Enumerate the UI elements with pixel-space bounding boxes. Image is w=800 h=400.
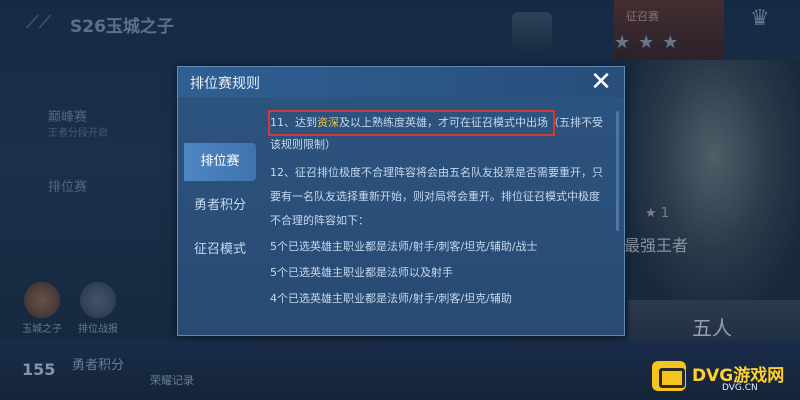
tab-ranked[interactable]: 排位赛 (184, 143, 256, 181)
rules-dialog: 排位赛规则 ✕ 排位赛 勇者积分 征召模式 11、达到资深及以上熟练度英雄，才可… (177, 66, 625, 336)
close-icon[interactable]: ✕ (586, 67, 616, 97)
watermark: DVG游戏网 DVG.CN (652, 355, 800, 400)
watermark-url: DVG.CN (722, 383, 758, 393)
gamepad-icon (652, 361, 686, 391)
rule-case-2: 5个已选英雄主职业都是法师以及射手 (270, 266, 453, 279)
rule-12-line2: 要有一名队友选择重新开始，则对局将会重开。排位征召模式中极度 (270, 190, 600, 203)
rules-content: 11、达到资深及以上熟练度英雄，才可在征召模式中出场（五排不受 该规则限制） 1… (270, 111, 610, 331)
dialog-header: 排位赛规则 ✕ (178, 67, 624, 97)
rule-11-line2: 该规则限制） (270, 138, 336, 151)
rule-case-3: 4个已选英雄主职业都是法师/射手/刺客/坦克/辅助 (270, 292, 512, 305)
rule-case-1: 5个已选英雄主职业都是法师/射手/刺客/坦克/辅助/战士 (270, 240, 538, 253)
rule-12-line1: 12、征召排位极度不合理阵容将会由五名队友投票是否需要重开，只 (270, 166, 603, 179)
dialog-title: 排位赛规则 (190, 76, 260, 92)
annotation-highlight-box (268, 110, 555, 136)
rule-12-line3: 不合理的阵容如下： (270, 214, 369, 227)
rules-tabs: 排位赛 勇者积分 征召模式 (178, 97, 262, 335)
scrollbar[interactable] (616, 111, 619, 231)
tab-brave-points[interactable]: 勇者积分 (178, 187, 262, 225)
tab-draft-mode[interactable]: 征召模式 (178, 231, 262, 269)
